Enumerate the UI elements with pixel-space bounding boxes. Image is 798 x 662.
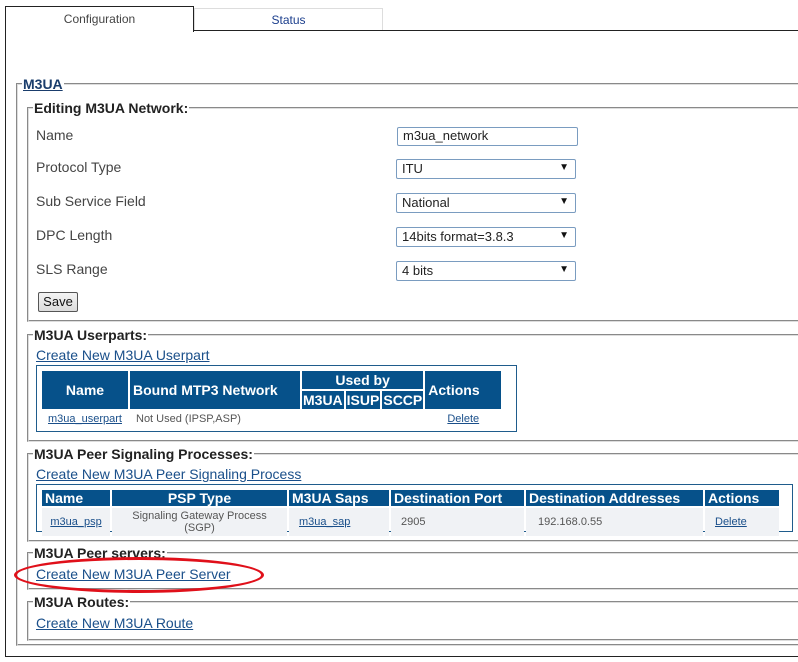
sub-service-field-value: National: [402, 195, 450, 210]
table-row: m3ua_userpart Not Used (IPSP,ASP) Delete: [42, 411, 501, 427]
create-peer-server-link[interactable]: Create New M3UA Peer Server: [36, 566, 231, 582]
col-bound-network: Bound MTP3 Network: [130, 371, 300, 409]
col-m3ua: M3UA: [302, 391, 344, 409]
peer-servers-legend: M3UA Peer servers:: [34, 545, 166, 561]
protocol-type-select[interactable]: ITU ▼: [396, 159, 576, 179]
col-name: Name: [42, 371, 128, 409]
chevron-down-icon: ▼: [559, 162, 569, 173]
psp-delete-link[interactable]: Delete: [715, 516, 747, 528]
col-destination-port: Destination Port: [391, 490, 524, 506]
col-isup: ISUP: [345, 391, 381, 409]
psp-saps-link[interactable]: m3ua_sap: [299, 516, 350, 528]
userpart-m3ua: [302, 411, 344, 427]
col-psp-type: PSP Type: [112, 490, 287, 506]
sls-range-select[interactable]: 4 bits ▼: [396, 261, 576, 281]
col-actions: Actions: [705, 490, 779, 506]
chevron-down-icon: ▼: [559, 264, 569, 275]
chevron-down-icon: ▼: [559, 196, 569, 207]
col-sccp: SCCP: [382, 391, 424, 409]
userparts-table-wrap: Name Bound MTP3 Network Used by Actions …: [36, 365, 517, 432]
name-input[interactable]: m3ua_network: [397, 127, 578, 146]
create-psp-link[interactable]: Create New M3UA Peer Signaling Process: [36, 466, 301, 482]
dpc-length-select[interactable]: 14bits format=3.8.3 ▼: [396, 227, 576, 247]
tab-configuration[interactable]: Configuration: [5, 6, 194, 32]
m3ua-title-link[interactable]: M3UA: [23, 76, 63, 92]
sub-service-field-select[interactable]: National ▼: [396, 193, 576, 213]
chevron-down-icon: ▼: [559, 230, 569, 241]
dpc-length-label: DPC Length: [36, 227, 113, 243]
psp-port: 2905: [391, 508, 524, 536]
userpart-sccp: [382, 411, 423, 427]
sub-service-field-label: Sub Service Field: [36, 193, 146, 209]
col-used-by: Used by: [302, 371, 424, 389]
psp-table-wrap: Name PSP Type M3UA Saps Destination Port…: [36, 484, 793, 536]
dpc-length-value: 14bits format=3.8.3: [402, 229, 514, 244]
psp-type: Signaling Gateway Process (SGP): [112, 508, 287, 536]
col-actions: Actions: [425, 371, 502, 409]
tab-divider: [194, 30, 798, 31]
sls-range-value: 4 bits: [402, 263, 434, 278]
psp-legend: M3UA Peer Signaling Processes:: [34, 446, 253, 462]
sls-range-label: SLS Range: [36, 261, 108, 277]
routes-legend: M3UA Routes:: [34, 594, 130, 610]
create-userpart-link[interactable]: Create New M3UA Userpart: [36, 347, 210, 363]
name-label: Name: [36, 127, 74, 143]
col-name: Name: [42, 490, 110, 506]
userparts-legend: M3UA Userparts:: [34, 327, 148, 343]
edit-network-legend: Editing M3UA Network:: [34, 100, 189, 116]
table-row: m3ua_psp Signaling Gateway Process (SGP)…: [42, 508, 779, 536]
tab-bar: Configuration Status: [5, 6, 798, 32]
save-button[interactable]: Save: [38, 292, 78, 312]
protocol-type-value: ITU: [402, 161, 423, 176]
create-route-link[interactable]: Create New M3UA Route: [36, 615, 193, 631]
userpart-name-link[interactable]: m3ua_userpart: [48, 413, 122, 425]
psp-table: Name PSP Type M3UA Saps Destination Port…: [40, 488, 781, 538]
userpart-isup: [346, 411, 381, 427]
col-m3ua-saps: M3UA Saps: [289, 490, 389, 506]
userparts-table: Name Bound MTP3 Network Used by Actions …: [40, 369, 503, 429]
psp-name-link[interactable]: m3ua_psp: [50, 516, 101, 528]
tab-status[interactable]: Status: [194, 8, 383, 31]
col-destination-addresses: Destination Addresses: [526, 490, 703, 506]
userpart-delete-link[interactable]: Delete: [447, 413, 479, 425]
protocol-type-label: Protocol Type: [36, 159, 122, 175]
psp-addresses: 192.168.0.55: [526, 508, 703, 536]
m3ua-legend: M3UA: [22, 76, 64, 92]
userpart-bound: Not Used (IPSP,ASP): [136, 413, 241, 425]
